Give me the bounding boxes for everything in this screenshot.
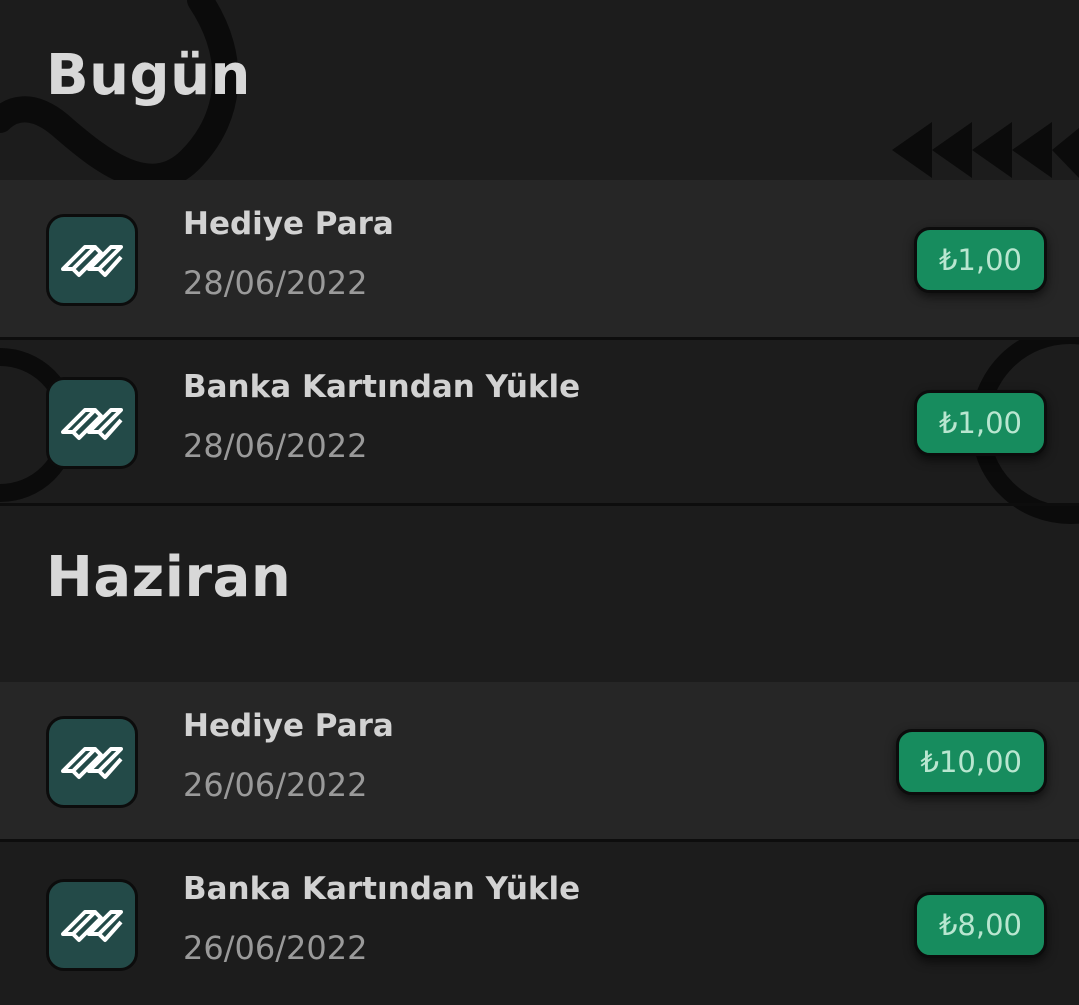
transaction-title: Banka Kartından Yükle (183, 871, 581, 907)
transaction-row[interactable]: Banka Kartından Yükle 28/06/2022 ₺1,00 (0, 343, 1079, 506)
transaction-title: Hediye Para (183, 708, 394, 744)
transaction-row[interactable]: Hediye Para 26/06/2022 ₺10,00 (0, 682, 1079, 842)
section-title: Haziran (46, 545, 292, 610)
wallet-logo-icon (46, 214, 138, 306)
row-divider (0, 337, 1079, 340)
row-divider (0, 503, 1079, 506)
transaction-title: Banka Kartından Yükle (183, 369, 581, 405)
row-divider (0, 839, 1079, 842)
transaction-date: 28/06/2022 (183, 264, 368, 302)
transaction-date: 28/06/2022 (183, 427, 368, 465)
wallet-logo-icon (46, 716, 138, 808)
amount-badge: ₺1,00 (913, 227, 1047, 293)
chevron-pattern-icon (892, 122, 1079, 178)
transaction-title: Hediye Para (183, 206, 394, 242)
amount-badge: ₺10,00 (895, 729, 1047, 795)
section-header: Bugün (0, 30, 1079, 120)
transaction-date: 26/06/2022 (183, 766, 368, 804)
wallet-logo-icon (46, 377, 138, 469)
amount-badge: ₺1,00 (913, 390, 1047, 456)
section-header: Haziran (0, 530, 1079, 625)
section-title: Bugün (46, 42, 251, 108)
amount-badge: ₺8,00 (913, 892, 1047, 958)
wallet-logo-icon (46, 879, 138, 971)
transaction-row[interactable]: Hediye Para 28/06/2022 ₺1,00 (0, 180, 1079, 340)
transaction-date: 26/06/2022 (183, 929, 368, 967)
transaction-row[interactable]: Banka Kartından Yükle 26/06/2022 ₺8,00 (0, 845, 1079, 1005)
